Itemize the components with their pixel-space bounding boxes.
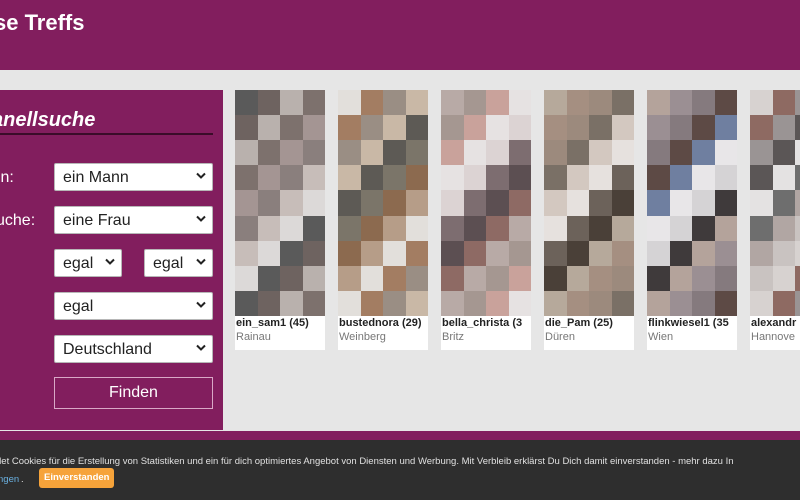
cookie-text: det Cookies für die Erstellung von Stati… bbox=[0, 456, 734, 467]
profile-photo[interactable] bbox=[647, 90, 737, 316]
age-from-select[interactable]: egal bbox=[54, 249, 122, 277]
cookie-settings-link[interactable]: ngen bbox=[0, 474, 19, 485]
seeking-select[interactable]: eine Frau bbox=[54, 206, 213, 234]
chevron-down-icon bbox=[105, 258, 115, 265]
profile-photo[interactable] bbox=[750, 90, 800, 316]
profile-city: Wien bbox=[648, 331, 674, 343]
accept-cookies-button[interactable]: Einverstanden bbox=[39, 468, 115, 488]
profile-city: Hannove bbox=[751, 331, 796, 343]
chevron-down-icon bbox=[196, 301, 206, 308]
profile-city: Düren bbox=[545, 331, 575, 343]
profile-photo[interactable] bbox=[338, 90, 428, 316]
profile-card[interactable]: ein_sam1 (45) Rainau bbox=[235, 90, 325, 350]
filter-select-value: egal bbox=[63, 298, 94, 315]
profile-name[interactable]: die_Pam (25) bbox=[545, 317, 613, 329]
gender-select-value: ein Mann bbox=[63, 169, 129, 186]
chevron-down-icon bbox=[196, 344, 206, 351]
profile-photo[interactable] bbox=[441, 90, 531, 316]
seeking-select-value: eine Frau bbox=[63, 212, 131, 229]
cookie-text-period: . bbox=[21, 474, 24, 485]
chevron-down-icon bbox=[196, 258, 206, 265]
site-header: se Treffs bbox=[0, 0, 800, 70]
gender-label: bin: bbox=[0, 169, 14, 186]
profile-photo[interactable] bbox=[235, 90, 325, 316]
profile-name[interactable]: alexandr bbox=[751, 317, 796, 329]
profile-strip: ein_sam1 (45) Rainau bustednora (29) Wei… bbox=[235, 90, 800, 352]
profile-city: Britz bbox=[442, 331, 464, 343]
profile-name[interactable]: flinkwiesel1 (35 bbox=[648, 317, 729, 329]
country-select[interactable]: Deutschland bbox=[54, 335, 213, 363]
age-from-value: egal bbox=[63, 255, 94, 272]
profile-photo[interactable] bbox=[544, 90, 634, 316]
search-panel-title: anellsuche bbox=[0, 109, 96, 131]
profile-name[interactable]: bustednora (29) bbox=[339, 317, 422, 329]
profile-card[interactable]: bella_christa (3 Britz bbox=[441, 90, 531, 350]
footer-bar bbox=[0, 431, 800, 440]
country-select-value: Deutschland bbox=[63, 341, 152, 358]
seeking-label: suche: bbox=[0, 212, 36, 229]
chevron-down-icon bbox=[196, 215, 206, 222]
find-button[interactable]: Finden bbox=[54, 377, 213, 409]
profile-card[interactable]: alexandr Hannove bbox=[750, 90, 800, 350]
age-to-select[interactable]: egal bbox=[144, 249, 213, 277]
cookie-banner: det Cookies für die Erstellung von Stati… bbox=[0, 440, 800, 500]
site-title[interactable]: se Treffs bbox=[0, 10, 85, 36]
profile-name[interactable]: ein_sam1 (45) bbox=[236, 317, 309, 329]
age-to-value: egal bbox=[153, 255, 184, 272]
search-panel: anellsuche bin: ein Mann suche: eine Fra… bbox=[0, 90, 223, 430]
profile-city: Rainau bbox=[236, 331, 271, 343]
profile-card[interactable]: die_Pam (25) Düren bbox=[544, 90, 634, 350]
profile-card[interactable]: bustednora (29) Weinberg bbox=[338, 90, 428, 350]
title-divider bbox=[0, 133, 213, 135]
profile-card[interactable]: flinkwiesel1 (35 Wien bbox=[647, 90, 737, 350]
chevron-down-icon bbox=[196, 172, 206, 179]
gender-select[interactable]: ein Mann bbox=[54, 163, 213, 191]
profile-name[interactable]: bella_christa (3 bbox=[442, 317, 522, 329]
filter-select[interactable]: egal bbox=[54, 292, 213, 320]
country-label: d: bbox=[0, 341, 1, 359]
profile-city: Weinberg bbox=[339, 331, 386, 343]
